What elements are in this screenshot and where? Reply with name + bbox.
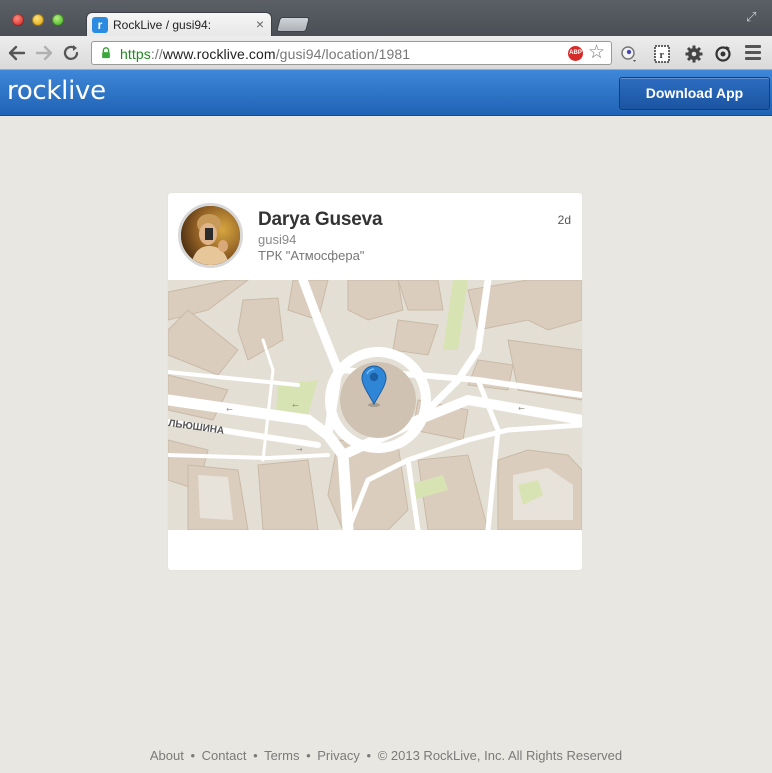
fullscreen-icon[interactable]: ⤢: [746, 10, 760, 24]
sync-icon[interactable]: [713, 44, 733, 64]
new-tab-button[interactable]: [275, 17, 311, 32]
footer-link-contact[interactable]: Contact: [202, 748, 247, 763]
post-card: Darya Guseva gusi94 ТРК "Атмосфера" 2d ←…: [168, 193, 582, 570]
forward-arrow-icon[interactable]: [34, 44, 54, 62]
url-path: /gusi94/location/1981: [275, 46, 411, 62]
post-location: ТРК "Атмосфера": [258, 248, 365, 263]
post-username[interactable]: gusi94: [258, 232, 296, 247]
svg-text:r: r: [660, 50, 665, 61]
svg-text:←: ←: [292, 401, 299, 410]
browser-toolbar: https://www.rocklive.com/gusi94/location…: [0, 36, 772, 70]
footer-separator: •: [253, 748, 258, 763]
tab-title: RockLive / gusi94:: [113, 18, 212, 32]
svg-text:→: →: [296, 445, 303, 454]
url-host: www.rocklive.com: [162, 46, 276, 62]
svg-text:←: ←: [518, 404, 525, 413]
close-window-button[interactable]: [12, 14, 24, 26]
browser-tab[interactable]: r RockLive / gusi94: ×: [86, 12, 272, 38]
adblock-icon[interactable]: ABP: [568, 46, 583, 61]
lock-icon: [102, 47, 110, 59]
extension-readability-icon[interactable]: r: [652, 44, 672, 64]
footer-link-about[interactable]: About: [150, 748, 184, 763]
footer-copyright: © 2013 RockLive, Inc. All Rights Reserve…: [377, 748, 623, 763]
avatar[interactable]: [178, 203, 243, 268]
download-app-button[interactable]: Download App: [619, 77, 770, 110]
footer-separator: •: [366, 748, 372, 763]
url-text: https://www.rocklive.com/gusi94/location…: [120, 46, 410, 62]
site-header: rocklive Download App: [0, 70, 772, 116]
post-timestamp: 2d: [557, 213, 571, 227]
rocklive-favicon-icon: r: [92, 17, 108, 33]
menu-hamburger-icon[interactable]: [745, 45, 761, 61]
post-author-name[interactable]: Darya Guseva: [258, 209, 383, 231]
zoom-window-button[interactable]: [52, 14, 64, 26]
back-arrow-icon[interactable]: [7, 44, 27, 62]
svg-text:←: ←: [226, 405, 233, 414]
address-bar[interactable]: https://www.rocklive.com/gusi94/location…: [91, 41, 612, 65]
minimize-window-button[interactable]: [32, 14, 44, 26]
extension-eye-icon[interactable]: [620, 44, 640, 64]
footer-separator: •: [306, 748, 311, 763]
footer-link-privacy[interactable]: Privacy: [317, 748, 360, 763]
footer: About • Contact • Terms • Privacy • © 20…: [0, 748, 772, 763]
footer-separator: •: [190, 748, 196, 763]
tab-close-icon[interactable]: ×: [256, 16, 264, 32]
footer-link-terms[interactable]: Terms: [264, 748, 299, 763]
location-map[interactable]: ← → ← ← ЛЬЮШИНА: [168, 280, 582, 530]
browser-tabstrip: r RockLive / gusi94: × ⤢: [0, 0, 772, 38]
reload-icon[interactable]: [62, 44, 82, 62]
rocklive-logo[interactable]: rocklive: [7, 76, 106, 106]
settings-gear-icon[interactable]: [684, 44, 704, 64]
url-scheme: https: [120, 46, 151, 62]
url-separator: ://: [150, 46, 163, 62]
bookmark-star-icon[interactable]: ☆: [588, 43, 605, 63]
